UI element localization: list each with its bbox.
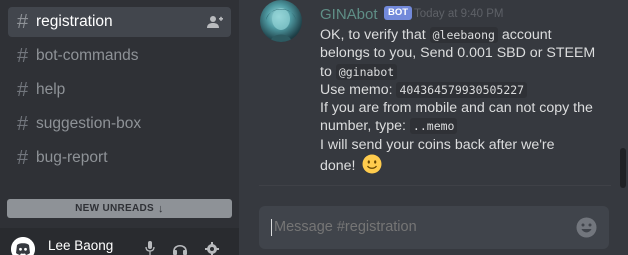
message-text: account bbox=[501, 27, 552, 43]
slightly-smiling-face-icon bbox=[362, 154, 382, 174]
username: Lee Baong bbox=[48, 238, 114, 253]
inline-code-botname: @ginabot bbox=[335, 63, 398, 80]
message-input[interactable] bbox=[274, 219, 574, 235]
user-panel: Lee Baong bbox=[0, 228, 239, 255]
microphone-icon[interactable] bbox=[142, 241, 158, 255]
channel-label: help bbox=[36, 81, 66, 98]
channel-label: bot-commands bbox=[36, 47, 139, 64]
message-body: OK, to verify that @leebaong account bel… bbox=[320, 26, 620, 175]
channel-label: registration bbox=[36, 13, 113, 30]
message-text: OK, to verify that bbox=[320, 27, 426, 43]
avatar-image bbox=[266, 8, 296, 42]
headphones-icon[interactable] bbox=[172, 241, 188, 255]
channel-label: suggestion-box bbox=[36, 115, 142, 132]
arrow-down-icon: ↓ bbox=[158, 202, 164, 215]
gear-icon[interactable] bbox=[204, 241, 220, 255]
hash-icon: # bbox=[17, 11, 29, 33]
inline-code-memo-command: ..memo bbox=[409, 118, 458, 135]
inline-code-username: @leebaong bbox=[429, 27, 498, 43]
message-text: done! bbox=[320, 158, 356, 175]
hash-icon: # bbox=[17, 45, 29, 67]
hash-icon: # bbox=[17, 147, 29, 169]
hash-icon: # bbox=[17, 113, 29, 135]
message-text: If you are from mobile and can not copy … bbox=[320, 100, 593, 117]
discord-logo-icon bbox=[11, 237, 35, 255]
message-text: I will send your coins back after we're bbox=[320, 136, 555, 153]
bot-badge: BOT bbox=[384, 6, 413, 20]
text-caret bbox=[271, 219, 272, 236]
bot-avatar[interactable] bbox=[260, 0, 302, 42]
emoji-picker-icon[interactable] bbox=[576, 217, 597, 238]
message-composer[interactable] bbox=[259, 206, 609, 249]
channel-help[interactable]: # help bbox=[8, 75, 231, 105]
channel-bot-commands[interactable]: # bot-commands bbox=[8, 41, 231, 71]
message-author[interactable]: GINAbot bbox=[320, 6, 378, 23]
message-divider bbox=[259, 185, 611, 186]
inline-code-memo: 404364579930505227 bbox=[396, 81, 528, 98]
channel-registration[interactable]: # registration bbox=[8, 7, 231, 37]
channel-sidebar: # registration # bot-commands # help # s… bbox=[0, 0, 239, 255]
message-text: number, type: bbox=[320, 118, 406, 135]
message-text: to bbox=[320, 63, 332, 80]
channel-bug-report[interactable]: # bug-report bbox=[8, 143, 231, 173]
avatar[interactable] bbox=[11, 237, 35, 255]
message-timestamp: Today at 9:40 PM bbox=[414, 8, 504, 20]
chat-area: GINAbot BOT Today at 9:40 PM OK, to veri… bbox=[239, 0, 628, 255]
channel-suggestion-box[interactable]: # suggestion-box bbox=[8, 109, 231, 139]
channel-label: bug-report bbox=[36, 149, 108, 166]
new-unreads-label: NEW UNREADS bbox=[75, 203, 155, 214]
new-unreads-button[interactable]: NEW UNREADS ↓ bbox=[7, 199, 232, 218]
message-text: belongs to you, Send 0.001 SBD or STEEM bbox=[320, 45, 596, 62]
scrollbar[interactable] bbox=[620, 148, 626, 188]
hash-icon: # bbox=[17, 79, 29, 101]
add-member-icon[interactable] bbox=[207, 15, 223, 29]
message-text: Use memo: bbox=[320, 81, 393, 98]
